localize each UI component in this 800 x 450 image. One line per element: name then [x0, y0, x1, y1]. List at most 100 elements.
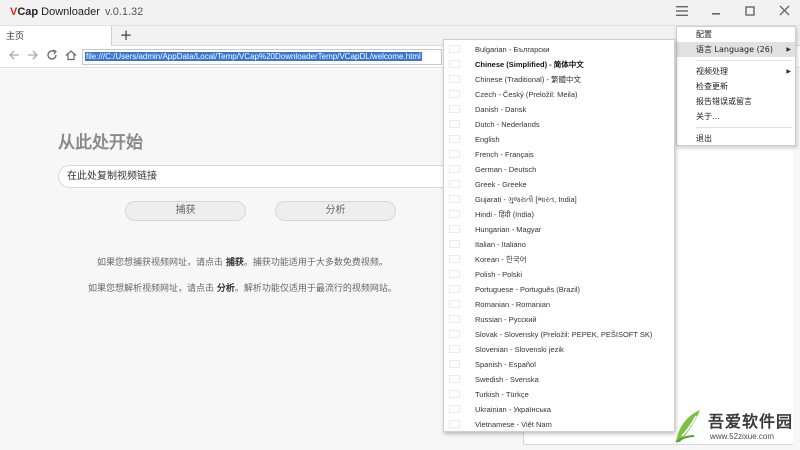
language-item-ua[interactable]: Ukrainian - Українська [444, 402, 674, 417]
language-item-nl[interactable]: Dutch - Nederlands [444, 117, 674, 132]
menu-item-language[interactable]: 语言 Language (26) ▶ [677, 42, 795, 57]
language-label: Polish - Polski [475, 270, 523, 279]
url-input[interactable]: file:///C:/Users/admin/AppData/Local/Tem… [82, 49, 442, 65]
watermark-url: www.52zixue.com [710, 432, 775, 441]
language-item-tr[interactable]: Turkish - Türkçe [444, 387, 674, 402]
language-item-ro[interactable]: Romanian - Romanian [444, 297, 674, 312]
language-item-sk[interactable]: Slovak - Slovensky (Preložil: PEPEK, PEŠ… [444, 327, 674, 342]
flag-dk-icon [449, 105, 460, 113]
language-label: Dutch - Nederlands [475, 120, 540, 129]
watermark: 吾爱软件园 www.52zixue.com [672, 404, 798, 448]
flag-cn-icon [449, 60, 460, 68]
flag-gb-icon [449, 135, 460, 143]
home-icon[interactable] [63, 48, 79, 66]
welcome-page: 从此处开始 在此处复制视频链接 捕获 分析 如果您想捕获视频网址，请点击 捕获。… [0, 69, 458, 450]
language-label: Swedish - Svenska [475, 375, 539, 384]
new-tab-icon[interactable]: + [118, 26, 134, 46]
language-label: Vietnamese - Việt Nam [475, 420, 552, 429]
language-item-in[interactable]: Gujarati - ગુજરાતી [ભારત, India] [444, 192, 674, 207]
menu-separator [696, 60, 792, 61]
flag-es-icon [449, 360, 460, 368]
flag-hu-icon [449, 225, 460, 233]
flag-vn-icon [449, 420, 460, 428]
language-item-si[interactable]: Slovenian - Slovenski jezik [444, 342, 674, 357]
flag-ru-icon [449, 315, 460, 323]
language-item-gr[interactable]: Greek - Greeke [444, 177, 674, 192]
language-label: Danish - Dansk [475, 105, 527, 114]
flag-sk-icon [449, 330, 460, 338]
language-label: Bulgarian - Български [475, 45, 550, 54]
language-label: Russian - Русский [475, 315, 537, 324]
flag-de-icon [449, 165, 460, 173]
flag-nl-icon [449, 120, 460, 128]
flag-pl-icon [449, 270, 460, 278]
flag-in-icon [449, 210, 460, 218]
language-item-ru[interactable]: Russian - Русский [444, 312, 674, 327]
language-item-kr[interactable]: Korean - 한국어 [444, 252, 674, 267]
language-label: Korean - 한국어 [475, 255, 527, 264]
reload-icon[interactable] [44, 48, 60, 66]
language-label: Slovak - Slovensky (Preložil: PEPEK, PEŠ… [475, 330, 653, 339]
language-label: Romanian - Romanian [475, 300, 551, 309]
forward-icon[interactable] [25, 48, 41, 66]
app-version: v.0.1.32 [104, 6, 144, 18]
language-label: Chinese (Traditional) - 繁體中文 [475, 75, 581, 84]
flag-kr-icon [449, 255, 460, 263]
back-icon[interactable] [6, 48, 22, 66]
minimize-icon[interactable] [706, 4, 726, 22]
menu-separator [696, 127, 792, 128]
maximize-icon[interactable] [740, 4, 760, 22]
flag-ua-icon [449, 405, 460, 413]
watermark-logo-icon [672, 406, 704, 446]
analyze-button[interactable]: 分析 [275, 201, 396, 221]
capture-button[interactable]: 捕获 [125, 201, 246, 221]
language-item-vn[interactable]: Vietnamese - Việt Nam [444, 417, 674, 432]
language-item-gb[interactable]: English [444, 132, 674, 147]
language-item-it[interactable]: Italian - Italiano [444, 237, 674, 252]
flag-se-icon [449, 375, 460, 383]
language-item-pl[interactable]: Polish - Polski [444, 267, 674, 282]
language-item-cn[interactable]: Chinese (Simplified) - 简体中文 [444, 57, 674, 72]
language-item-hu[interactable]: Hungarian - Magyar [444, 222, 674, 237]
language-item-fr[interactable]: French - Français [444, 147, 674, 162]
page-title: 从此处开始 [58, 133, 143, 153]
language-item-se[interactable]: Swedish - Svenska [444, 372, 674, 387]
flag-tw-icon [449, 75, 460, 83]
menu-item-report-bug[interactable]: 报告错误或留言 [677, 94, 795, 109]
tab-home[interactable]: 主页 [0, 26, 112, 46]
language-label: Ukrainian - Українська [475, 405, 551, 414]
language-item-es[interactable]: Spanish - Español [444, 357, 674, 372]
submenu-arrow-icon: ▶ [786, 68, 791, 75]
flag-fr-icon [449, 150, 460, 158]
flag-tr-icon [449, 390, 460, 398]
menu-item-video-processing[interactable]: 视频处理 ▶ [677, 64, 795, 79]
language-label: Italian - Italiano [475, 240, 526, 249]
language-label: English [475, 135, 500, 144]
language-item-tw[interactable]: Chinese (Traditional) - 繁體中文 [444, 72, 674, 87]
language-item-cz[interactable]: Czech - Český (Preložil: Meila) [444, 87, 674, 102]
menu-item-about[interactable]: 关于... [677, 109, 795, 124]
language-label: Slovenian - Slovenski jezik [475, 345, 564, 354]
flag-it-icon [449, 240, 460, 248]
flag-br-icon [449, 285, 460, 293]
language-item-in[interactable]: Hindi - हिंदी (India) [444, 207, 674, 222]
flag-in-icon [449, 195, 460, 203]
language-item-bg[interactable]: Bulgarian - Български [444, 42, 674, 57]
capture-hint: 如果您想捕获视频网址，请点击 捕获。捕获功能适用于大多数免费视频。 [97, 258, 388, 268]
language-label: Chinese (Simplified) - 简体中文 [475, 60, 584, 69]
language-item-br[interactable]: Portuguese - Português (Brazil) [444, 282, 674, 297]
main-menu: 配置 语言 Language (26) ▶ 视频处理 ▶ 检查更新 报告错误或留言 … [676, 26, 796, 146]
video-url-input[interactable]: 在此处复制视频链接 [58, 165, 458, 188]
language-label: Gujarati - ગુજરાતી [ભારત, India] [475, 195, 577, 204]
close-icon[interactable] [774, 4, 794, 22]
menu-item-settings[interactable]: 配置 [677, 27, 795, 42]
language-item-de[interactable]: German - Deutsch [444, 162, 674, 177]
language-menu: Bulgarian - Български Chinese (Simplified… [443, 39, 675, 432]
menu-item-check-update[interactable]: 检查更新 [677, 79, 795, 94]
menu-item-exit[interactable]: 退出 [677, 131, 795, 146]
language-item-dk[interactable]: Danish - Dansk [444, 102, 674, 117]
language-label: Hungarian - Magyar [475, 225, 542, 234]
language-label: Czech - Český (Preložil: Meila) [475, 90, 578, 99]
menu-icon[interactable] [672, 4, 692, 22]
language-label: German - Deutsch [475, 165, 537, 174]
